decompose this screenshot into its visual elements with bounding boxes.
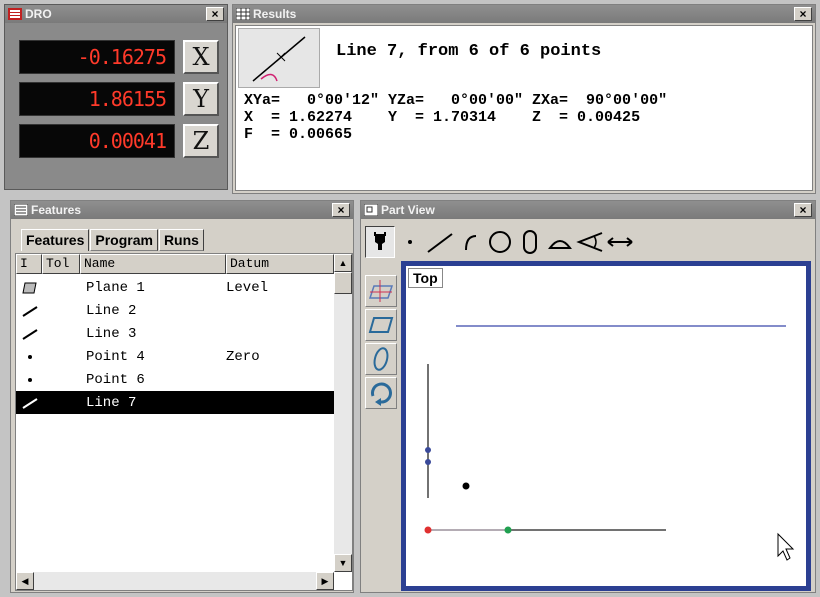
dro-y-value: 1.86155 <box>19 82 175 116</box>
feature-list-header: I Tol Name Datum <box>16 254 334 274</box>
plane-view-icon[interactable] <box>365 275 397 307</box>
result-line-angles: XYa= 0°00'12" YZa= 0°00'00" ZXa= 90°00'0… <box>244 92 668 109</box>
dro-z-button[interactable]: Z <box>183 124 219 158</box>
results-body: Line 7, from 6 of 6 points XYa= 0°00'12"… <box>235 25 813 191</box>
measure-toolbar <box>365 223 635 261</box>
features-panel: Features × Features Program Runs I Tol N… <box>10 200 354 593</box>
scroll-up-button[interactable]: ▲ <box>334 254 352 272</box>
features-tabs: Features Program Runs <box>21 229 205 251</box>
rectangle-tool-icon[interactable] <box>365 309 397 341</box>
dro-row-x: -0.16275 X <box>19 39 225 75</box>
line-tool-icon[interactable] <box>425 226 455 258</box>
plane-icon <box>16 281 86 295</box>
line-icon <box>16 304 86 318</box>
feature-name: Line 2 <box>86 302 137 319</box>
part-view-canvas[interactable]: Top <box>401 261 811 591</box>
origin-point <box>424 526 432 534</box>
feature-list: I Tol Name Datum Plane 1 Level Line 2 Li… <box>15 253 353 591</box>
features-title: Features <box>31 203 82 217</box>
half-circle-tool-icon[interactable] <box>545 226 575 258</box>
tab-features[interactable]: Features <box>21 229 90 251</box>
line-icon <box>16 327 86 341</box>
arc-tool-icon[interactable] <box>455 226 485 258</box>
results-close-button[interactable]: × <box>794 7 812 21</box>
table-row[interactable]: Line 3 <box>16 322 334 345</box>
table-row[interactable]: Point 4 Zero <box>16 345 334 368</box>
mouse-cursor-icon <box>777 532 795 561</box>
rotate-view-icon[interactable] <box>365 377 397 409</box>
result-line-coords: X = 1.62274 Y = 1.70314 Z = 0.00425 <box>244 109 641 126</box>
part-drawing <box>424 325 795 561</box>
column-header-name[interactable]: Name <box>80 254 226 274</box>
dro-panel: DRO × -0.16275 X 1.86155 Y 0.00041 Z <box>4 4 228 190</box>
feature-datum: Level <box>226 279 269 296</box>
point-blue-1 <box>425 447 431 453</box>
point-feature <box>462 482 470 490</box>
part-view-panel: Part View × Top <box>360 200 816 593</box>
table-row[interactable]: Line 2 <box>16 299 334 322</box>
part-view-title: Part View <box>381 203 435 217</box>
probe-icon[interactable] <box>365 226 395 258</box>
feature-rows: Plane 1 Level Line 2 Line 3 Point 4 Zero… <box>16 276 334 414</box>
circle-tool-icon[interactable] <box>485 226 515 258</box>
column-header-i[interactable]: I <box>16 254 42 274</box>
distance-tool-icon[interactable] <box>605 226 635 258</box>
feature-name: Line 7 <box>86 394 137 411</box>
part-view-close-button[interactable]: × <box>794 203 812 217</box>
point-icon <box>16 350 86 364</box>
line-feature-icon <box>238 28 320 88</box>
results-titlebar[interactable]: Results × <box>233 5 815 23</box>
dro-x-button[interactable]: X <box>183 40 219 74</box>
dro-close-button[interactable]: × <box>206 7 224 21</box>
column-header-datum[interactable]: Datum <box>226 254 334 274</box>
horizontal-scrollbar[interactable]: ◀ ▶ <box>16 572 334 590</box>
scroll-down-button[interactable]: ▼ <box>334 554 352 572</box>
feature-name: Plane 1 <box>86 279 145 296</box>
scroll-thumb[interactable] <box>334 272 352 294</box>
point-blue-2 <box>425 459 431 465</box>
features-close-button[interactable]: × <box>332 203 350 217</box>
result-line-form: F = 0.00665 <box>244 126 353 143</box>
ellipse-tool-icon[interactable] <box>365 343 397 375</box>
features-icon <box>13 203 29 217</box>
column-header-tol[interactable]: Tol <box>42 254 80 274</box>
feature-name: Point 6 <box>86 371 145 388</box>
point-icon <box>16 373 86 387</box>
result-values: XYa= 0°00'12" YZa= 0°00'00" ZXa= 90°00'0… <box>244 92 667 143</box>
table-row[interactable]: Plane 1 Level <box>16 276 334 299</box>
dro-titlebar[interactable]: DRO × <box>5 5 227 23</box>
dro-icon <box>8 8 22 20</box>
results-panel: Results × Line 7, from 6 of 6 points XYa… <box>232 4 816 194</box>
angle-tool-icon[interactable] <box>575 226 605 258</box>
part-view-titlebar[interactable]: Part View × <box>361 201 815 219</box>
scroll-left-button[interactable]: ◀ <box>16 572 34 590</box>
result-heading: Line 7, from 6 of 6 points <box>336 42 602 61</box>
results-icon <box>235 7 251 21</box>
part-view-icon <box>363 203 379 217</box>
tab-runs[interactable]: Runs <box>158 229 204 251</box>
scroll-right-button[interactable]: ▶ <box>316 572 334 590</box>
table-row[interactable]: Point 6 <box>16 368 334 391</box>
line-icon <box>16 396 86 410</box>
dro-row-z: 0.00041 Z <box>19 123 225 159</box>
vertical-scrollbar[interactable]: ▲ ▼ <box>334 254 352 572</box>
feature-name: Line 3 <box>86 325 137 342</box>
view-sidebar <box>365 275 399 411</box>
slot-tool-icon[interactable] <box>515 226 545 258</box>
dro-row-y: 1.86155 Y <box>19 81 225 117</box>
dro-title: DRO <box>25 7 52 21</box>
feature-datum: Zero <box>226 348 260 365</box>
table-row[interactable]: Line 7 <box>16 391 334 414</box>
dro-y-button[interactable]: Y <box>183 82 219 116</box>
features-titlebar[interactable]: Features × <box>11 201 353 219</box>
results-title: Results <box>253 7 297 21</box>
point-tool-icon[interactable] <box>395 226 425 258</box>
tab-program[interactable]: Program <box>90 229 158 251</box>
dro-z-value: 0.00041 <box>19 124 175 158</box>
dro-x-value: -0.16275 <box>19 40 175 74</box>
point-green <box>504 526 512 534</box>
feature-name: Point 4 <box>86 348 145 365</box>
